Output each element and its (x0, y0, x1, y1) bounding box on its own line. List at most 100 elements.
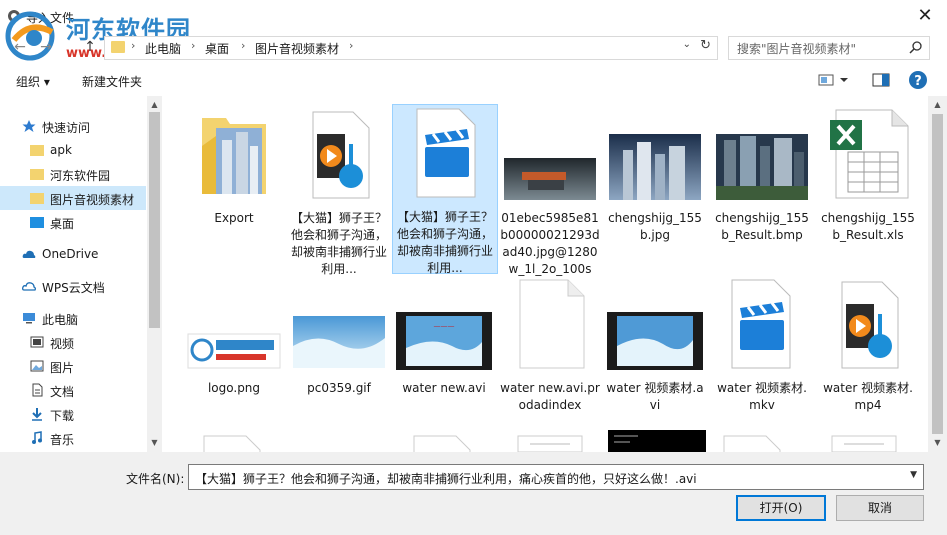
organize-menu[interactable]: 组织 ▾ (16, 73, 50, 90)
photo-thumbnail (716, 134, 808, 200)
preview-pane-icon[interactable] (872, 72, 890, 88)
address-bar[interactable]: › 此电脑 › 桌面 › 图片音视频素材 › ⌄ ↻ (104, 36, 718, 60)
file-thumbnail-partial (413, 435, 471, 452)
sidebar-item-label: 河东软件园 (50, 169, 111, 183)
blank-file-icon (519, 279, 585, 369)
file-name: pc0359.gif (307, 381, 371, 395)
sidebar-item-label: 快速访问 (42, 121, 91, 135)
back-button[interactable]: ← (10, 37, 30, 57)
sidebar-item-onedrive[interactable]: OneDrive (0, 242, 146, 266)
content-scrollbar[interactable]: ▲ ▼ (928, 96, 947, 452)
new-folder-button[interactable]: 新建文件夹 (82, 73, 142, 90)
file-item-jpg-long[interactable]: 01ebec5985e81b00000021293dad40.jpg@1280w… (498, 106, 602, 293)
filename-input[interactable]: 【大猫】狮子王？他会和狮子沟通，却被南非捕狮行业利用，痛心疾首的他，只好这么做！… (188, 464, 924, 490)
folder-icon (111, 41, 125, 53)
filename-label: 文件名(N): (126, 472, 185, 486)
file-item-logo[interactable]: logo.png (182, 276, 286, 396)
computer-icon (23, 313, 35, 324)
chevron-down-icon[interactable]: ⌄ (683, 39, 691, 50)
file-item-export[interactable]: Export (182, 106, 286, 276)
close-button[interactable]: ✕ (915, 6, 935, 26)
file-name: chengshijg_155b.jpg (608, 211, 702, 242)
sidebar-item-desktop[interactable]: 桌面 (0, 210, 146, 234)
forward-button[interactable]: → (36, 37, 56, 57)
navigation-pane: 快速访问 apk 河东软件园 图片音视频素材 桌面 OneDrive WPS云文… (0, 96, 162, 452)
folder-icon (30, 193, 44, 204)
breadcrumb-desktop[interactable]: 桌面 (205, 40, 229, 57)
video-clap-icon (731, 279, 791, 369)
file-name: logo.png (207, 381, 261, 395)
video-icon (30, 336, 44, 348)
svg-text:———: ——— (434, 322, 455, 330)
file-name: water new.avi (402, 381, 486, 395)
file-item-xls[interactable]: chengshijg_155b_Result.xls (816, 106, 920, 276)
sidebar-item-hedong[interactable]: 河东软件园 (0, 162, 146, 186)
file-item-lion-avi[interactable]: 【大猫】狮子王？他会和狮子沟通，却被南非捕狮行业利用... (392, 104, 498, 275)
scroll-up-icon[interactable]: ▲ (147, 98, 162, 112)
sidebar-item-label: 下载 (50, 409, 75, 423)
scroll-thumb[interactable] (149, 112, 160, 328)
scroll-down-icon[interactable]: ▼ (147, 436, 162, 450)
cancel-button[interactable]: 取消 (836, 495, 924, 521)
sidebar-item-quick-access[interactable]: 快速访问 (0, 114, 146, 138)
up-button[interactable]: ↑ (80, 37, 100, 57)
chevron-right-icon: › (131, 39, 136, 52)
file-item-water-mkv[interactable]: water 视频素材.mkv (710, 276, 814, 412)
file-item-water-new[interactable]: ——— water new.avi (392, 276, 496, 396)
file-name: chengshijg_155b_Result.bmp (715, 211, 809, 242)
open-button[interactable]: 打开(O) (736, 495, 826, 521)
music-icon (32, 431, 42, 444)
toolbar: 组织 ▾ 新建文件夹 ? (0, 66, 947, 96)
sidebar-item-label: 桌面 (50, 217, 75, 231)
video-clap-icon (416, 108, 476, 198)
filename-value: 【大猫】狮子王？他会和狮子沟通，却被南非捕狮行业利用，痛心疾首的他，只好这么做！… (195, 472, 697, 486)
search-icon[interactable] (909, 40, 923, 54)
terminal-thumbnail-partial (608, 430, 706, 452)
scroll-up-icon[interactable]: ▲ (930, 98, 945, 112)
file-item-water-mp4[interactable]: water 视频素材.mp4 (816, 276, 920, 412)
file-name: water 视频素材.mkv (717, 381, 807, 412)
sidebar-item-label: 视频 (50, 337, 75, 351)
scroll-thumb[interactable] (932, 114, 943, 434)
scroll-down-icon[interactable]: ▼ (930, 436, 945, 450)
logo-thumbnail (187, 333, 281, 369)
folder-icon (202, 118, 266, 194)
file-thumbnail-partial (203, 435, 261, 452)
refresh-icon[interactable]: ↻ (700, 38, 711, 53)
sidebar-item-music[interactable]: 音乐 (0, 426, 146, 450)
breadcrumb-folder[interactable]: 图片音视频素材 (255, 40, 339, 57)
file-item-chengshi-jpg[interactable]: chengshijg_155b.jpg (603, 106, 707, 276)
breadcrumb-this-pc[interactable]: 此电脑 (145, 40, 181, 57)
search-box[interactable]: 搜索"图片音视频素材" (728, 36, 930, 60)
file-item-prodadindex[interactable]: water new.avi.prodadindex (498, 276, 602, 426)
sidebar-item-label: WPS云文档 (42, 281, 105, 295)
sidebar-scrollbar[interactable]: ▲ ▼ (147, 96, 162, 452)
folder-icon (30, 169, 44, 180)
file-dialog-footer: 文件名(N): 【大猫】狮子王？他会和狮子沟通，却被南非捕狮行业利用，痛心疾首的… (0, 452, 947, 535)
sidebar-item-this-pc[interactable]: 此电脑 (0, 306, 146, 330)
sidebar-item-documents[interactable]: 文档 (0, 378, 146, 402)
file-item-gif[interactable]: pc0359.gif (287, 276, 391, 396)
sidebar-item-label: 音乐 (50, 433, 75, 447)
sidebar-item-downloads[interactable]: 下载 (0, 402, 146, 426)
chevron-down-icon[interactable]: ▼ (910, 470, 917, 480)
file-name: water new.avi.prodadindex (500, 381, 600, 412)
photo-thumbnail (504, 158, 596, 200)
help-icon[interactable]: ? (908, 70, 928, 90)
sidebar-item-videos[interactable]: 视频 (0, 330, 146, 354)
search-placeholder: 搜索"图片音视频素材" (737, 42, 857, 56)
sidebar-item-wps[interactable]: WPS云文档 (0, 274, 146, 298)
file-item-chengshi-bmp[interactable]: chengshijg_155b_Result.bmp (710, 106, 814, 276)
sidebar-item-apk[interactable]: apk (0, 138, 146, 162)
file-item-lion-mp4[interactable]: 【大猫】狮子王？他会和狮子沟通，却被南非捕狮行业利用... (287, 106, 391, 276)
chevron-right-icon: › (349, 39, 354, 52)
sidebar-item-pictures[interactable]: 图片 (0, 354, 146, 378)
view-options-icon[interactable] (818, 72, 850, 88)
sidebar-item-label: apk (50, 143, 72, 157)
pdf-thumbnail-partial (517, 435, 583, 452)
sidebar-item-media-folder[interactable]: 图片音视频素材 (0, 186, 146, 210)
navigation-bar: ← → ↑ › 此电脑 › 桌面 › 图片音视频素材 › ⌄ ↻ 搜索"图片音视… (0, 32, 947, 62)
chevron-right-icon: › (191, 39, 196, 52)
file-item-water-avi[interactable]: water 视频素材.avi (603, 276, 707, 412)
folder-icon (30, 145, 44, 156)
